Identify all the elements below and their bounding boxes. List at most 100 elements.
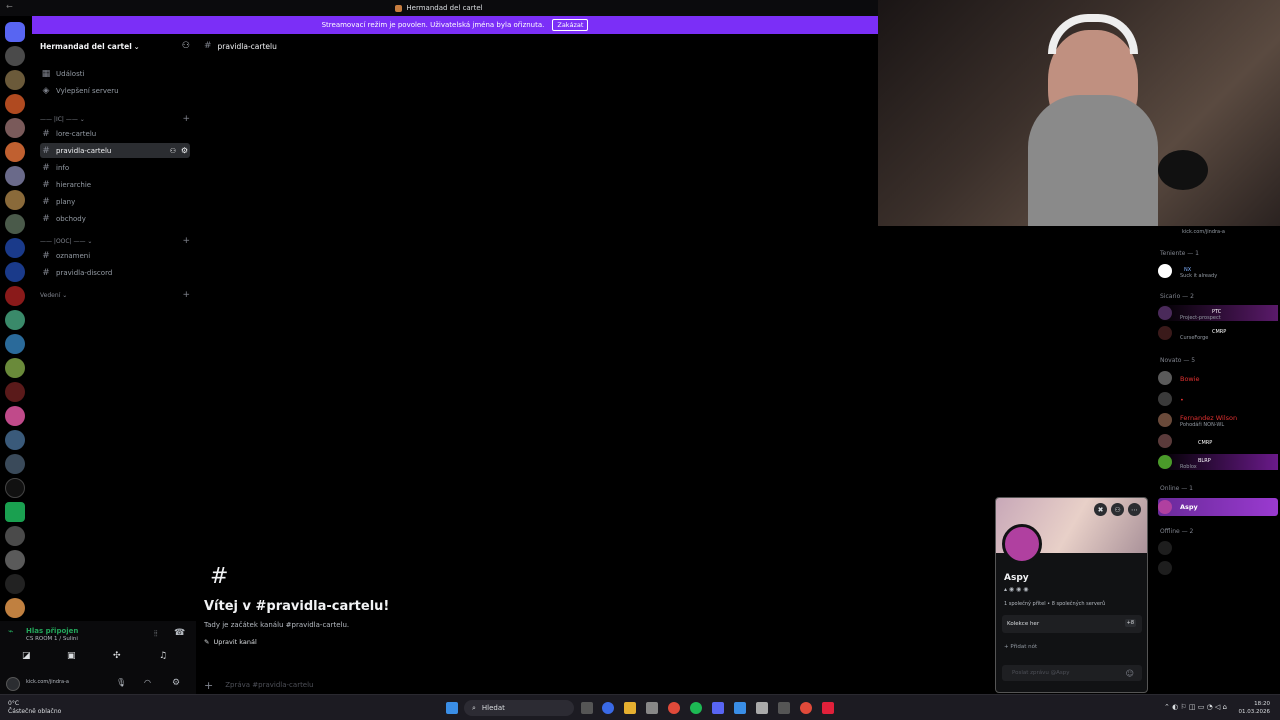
sidebar-item-events[interactable]: ▦ Události [40, 66, 190, 81]
weather-widget[interactable]: 0°C Částečně oblačno [8, 700, 61, 716]
member-item[interactable]: NX Suck it already [1158, 263, 1278, 279]
emoji-icon[interactable]: ☺ [1126, 669, 1134, 678]
app-icon[interactable] [822, 702, 834, 714]
soundboard-icon[interactable]: ♫ [159, 651, 167, 661]
server-icon[interactable] [5, 46, 25, 66]
screen-share-icon[interactable]: ▣ [67, 651, 76, 661]
voice-status[interactable]: Hlas připojen [26, 627, 78, 635]
message-composer[interactable]: + Zpráva #pravidla-cartelu [204, 675, 864, 695]
server-icon[interactable] [5, 382, 25, 402]
server-name-header[interactable]: Hermandad del cartel ⌄ [40, 42, 140, 51]
server-icon[interactable] [5, 550, 25, 570]
disconnect-icon[interactable]: ☎ [174, 628, 185, 638]
add-channel-icon[interactable]: + [182, 290, 190, 300]
member-item[interactable]: Fernandez Wilson Pohodáři NON-WL [1158, 412, 1278, 428]
headphones-icon[interactable]: ◠ [144, 678, 151, 687]
server-icon[interactable] [5, 334, 25, 354]
discord-icon[interactable] [712, 702, 724, 714]
member-item[interactable]: BLRP Roblox [1158, 454, 1278, 470]
sidebar-item-server-boost[interactable]: ◈ Vylepšení serveru [40, 83, 190, 98]
add-member-icon[interactable]: ⚇ [170, 147, 176, 155]
server-icon[interactable] [5, 598, 25, 618]
task-view-icon[interactable] [581, 702, 593, 714]
app-icon[interactable] [778, 702, 790, 714]
back-icon[interactable]: ← [6, 2, 13, 11]
category-ooc[interactable]: —— | OOC | —— ⌄ + [40, 235, 190, 247]
avatar[interactable] [6, 677, 20, 691]
member-item[interactable]: Bowie [1158, 370, 1278, 386]
channel-plany[interactable]: # plany [40, 194, 190, 209]
voice-room[interactable]: CS ROOM 1 / Sulini [26, 636, 78, 642]
server-icon[interactable] [5, 286, 25, 306]
member-item[interactable]: PTC Project-prospect [1158, 305, 1278, 321]
taskbar-search[interactable]: ⌕ Hledat [464, 700, 574, 716]
server-icon[interactable] [5, 214, 25, 234]
clock[interactable]: 18:20 01.03.2026 [1239, 700, 1271, 716]
chrome-icon[interactable] [668, 702, 680, 714]
discord-home-icon[interactable] [5, 22, 25, 42]
server-icon[interactable] [5, 358, 25, 378]
channel-lore-cartelu[interactable]: # lore-cartelu [40, 126, 190, 141]
add-channel-icon[interactable]: + [182, 236, 190, 246]
channel-hierarchie[interactable]: # hierarchie [40, 177, 190, 192]
gear-icon[interactable]: ⚙ [181, 146, 188, 155]
server-icon[interactable] [5, 142, 25, 162]
avatar [1158, 413, 1172, 427]
add-channel-icon[interactable]: + [182, 114, 190, 124]
server-icon[interactable] [5, 94, 25, 114]
server-icon[interactable] [5, 574, 25, 594]
file-explorer-icon[interactable] [624, 702, 636, 714]
channel-oznameni[interactable]: # oznameni [40, 248, 190, 263]
activities-icon[interactable]: ✣ [113, 651, 121, 661]
noise-suppression-icon[interactable]: ⦙⦙ [154, 629, 158, 639]
chrome-icon[interactable] [800, 702, 812, 714]
disable-button[interactable]: Zakázat [552, 19, 589, 31]
block-icon[interactable]: ✖ [1094, 503, 1107, 516]
channel-obchody[interactable]: # obchody [40, 211, 190, 226]
server-icon[interactable] [5, 190, 25, 210]
camera-icon[interactable]: ◪ [22, 651, 31, 661]
avatar[interactable] [1002, 524, 1042, 564]
server-icon[interactable] [5, 502, 25, 522]
member-item[interactable]: • [1158, 391, 1278, 407]
server-icon[interactable] [5, 454, 25, 474]
server-icon[interactable] [5, 478, 25, 498]
copilot-icon[interactable] [602, 702, 614, 714]
server-icon[interactable] [5, 166, 25, 186]
server-icon[interactable] [5, 310, 25, 330]
channel-info[interactable]: # info [40, 160, 190, 175]
system-tray[interactable]: ⌃ ◐ ⚐ ◫ ▭ ◔ ◁ ⌂ [1164, 703, 1227, 711]
member-item[interactable] [1158, 560, 1278, 576]
invite-people-icon[interactable]: ⚇ [182, 41, 190, 51]
message-input[interactable]: Poslat zprávu @Aspy ☺ [1002, 665, 1142, 681]
server-icon[interactable] [5, 406, 25, 426]
add-note-button[interactable]: + Přidat nót [1004, 644, 1037, 650]
game-collection[interactable]: Kolekce her +8 [1002, 615, 1142, 633]
channel-pravidla-cartelu[interactable]: # pravidla-cartelu ⚇ ⚙ [40, 143, 190, 158]
spotify-icon[interactable] [690, 702, 702, 714]
category-ic[interactable]: —— | IC | —— ⌄ + [40, 113, 190, 125]
server-icon[interactable] [5, 238, 25, 258]
server-icon[interactable] [5, 118, 25, 138]
more-icon[interactable]: ⋯ [1128, 503, 1141, 516]
app-icon[interactable] [734, 702, 746, 714]
mutual-info[interactable]: 1 společný přítel • 8 společných serverů [1004, 601, 1105, 607]
category-vedeni[interactable]: Vedení ⌄ + [40, 289, 190, 301]
gear-icon[interactable]: ⚙ [172, 678, 180, 688]
server-icon[interactable] [5, 430, 25, 450]
add-friend-icon[interactable]: ⚇ [1111, 503, 1124, 516]
windows-start-icon[interactable] [446, 702, 458, 714]
attach-plus-icon[interactable]: + [204, 679, 213, 692]
member-item[interactable]: CMRP [1158, 433, 1278, 449]
member-item[interactable] [1158, 540, 1278, 556]
store-icon[interactable] [646, 702, 658, 714]
microphone-icon[interactable]: 🎙 [116, 678, 126, 687]
server-icon[interactable] [5, 262, 25, 282]
edit-channel-button[interactable]: ✎ Upravit kanál [204, 638, 257, 646]
server-icon[interactable] [5, 70, 25, 90]
member-item-aspy[interactable]: Aspy [1158, 498, 1278, 516]
channel-pravidla-discord[interactable]: # pravidla-discord [40, 265, 190, 280]
app-icon[interactable] [756, 702, 768, 714]
server-icon[interactable] [5, 526, 25, 546]
member-item[interactable]: CMRP CurseForge [1158, 325, 1278, 341]
